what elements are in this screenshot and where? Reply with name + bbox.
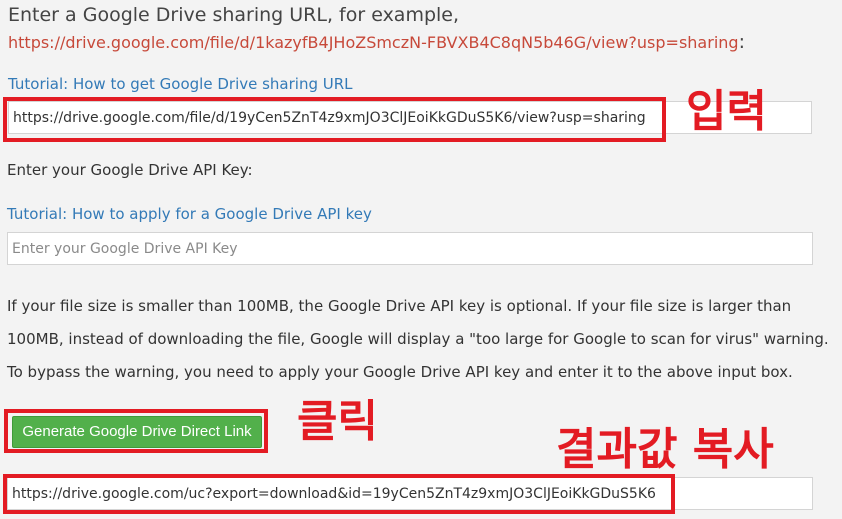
example-url: https://drive.google.com/file/d/1kazyfB4…	[8, 33, 739, 52]
input-highlight-box	[3, 97, 666, 142]
intro-text: Enter a Google Drive sharing URL, for ex…	[8, 2, 838, 56]
annotation-click: 클릭	[297, 396, 378, 447]
api-key-input[interactable]	[7, 232, 813, 265]
tutorial-api-key-link[interactable]: Tutorial: How to apply for a Google Driv…	[7, 205, 372, 223]
annotation-input: 입력	[686, 86, 767, 137]
api-key-info-text: If your file size is smaller than 100MB,…	[7, 297, 829, 381]
tutorial-sharing-url-link[interactable]: Tutorial: How to get Google Drive sharin…	[8, 75, 353, 93]
api-key-label: Enter your Google Drive API Key:	[7, 161, 253, 179]
intro-suffix: :	[738, 31, 745, 53]
intro-label: Enter a Google Drive sharing URL, for ex…	[8, 4, 460, 26]
annotation-copy-result: 결과값 복사	[556, 424, 774, 475]
output-highlight-box	[3, 474, 675, 514]
generate-direct-link-button[interactable]: Generate Google Drive Direct Link	[12, 416, 262, 448]
